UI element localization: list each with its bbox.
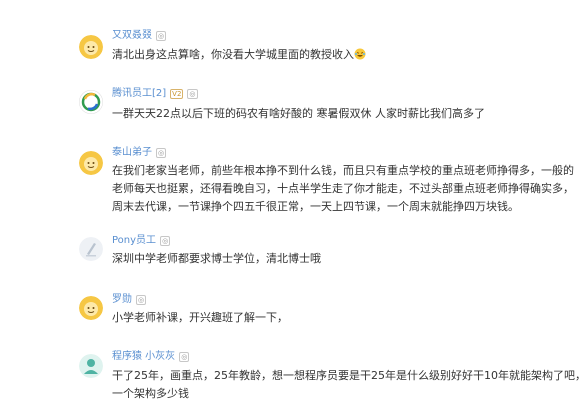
comment-text: 干了25年，画重点，25年教龄，想一想程序员要是干25年是什么级别好好干10年就… — [112, 367, 579, 403]
level-badge: ◎ — [179, 352, 190, 362]
username[interactable]: 泰山弟子 — [112, 146, 152, 160]
username[interactable]: 又双叒叕 — [112, 29, 152, 43]
gray-default-avatar[interactable] — [79, 237, 103, 261]
comment-text: 小学老师补课，开兴趣班了解一下， — [112, 309, 288, 327]
comment-text: 深圳中学老师都要求博士学位，清北博士哦 — [112, 250, 321, 268]
teal-person-avatar[interactable] — [79, 354, 103, 378]
laughing-tears-emoji — [354, 48, 366, 66]
comment-text: 清北出身这点算啥，你没看大学城里面的教授收入 — [112, 46, 366, 66]
level-badge: ◎ — [136, 295, 147, 305]
comment-line: 一群天天22点以后下班的码农有啥好酸的 寒暑假双休 人家时薪比我们高多了 — [112, 107, 485, 120]
comment-line: 在我们老家当老师，前些年根本挣不到什么钱，而且只有重点学校的重点班老师挣得多，一… — [112, 164, 574, 177]
comment-line: 干了25年，画重点，25年教龄，想一想程序员要是干25年是什么级别好好干10年就… — [112, 369, 579, 382]
username[interactable]: 程序猿 小灰灰 — [112, 350, 175, 364]
comment-text: 一群天天22点以后下班的码农有啥好酸的 寒暑假双休 人家时薪比我们高多了 — [112, 105, 485, 123]
username[interactable]: Pony员工 — [112, 234, 156, 248]
yellow-face-avatar[interactable] — [79, 35, 103, 59]
vip-badge: V2 — [170, 89, 184, 99]
comment-line: 老师每天也挺累，还得看晚自习，十点半学生走了你才能走，不过头部重点班老师挣得确实… — [112, 182, 574, 195]
yellow-face-avatar[interactable] — [79, 296, 103, 320]
level-badge: ◎ — [187, 89, 198, 99]
level-badge: ◎ — [156, 31, 167, 41]
green-circle-avatar[interactable] — [79, 90, 103, 114]
username[interactable]: 罗勋 — [112, 293, 132, 307]
yellow-face-avatar[interactable] — [79, 151, 103, 175]
username[interactable]: 腾讯员工[2] — [112, 87, 166, 101]
comment-line: 一个架构多少钱 — [112, 387, 189, 400]
comment-line: 深圳中学老师都要求博士学位，清北博士哦 — [112, 252, 321, 265]
comment-line: 小学老师补课，开兴趣班了解一下， — [112, 311, 288, 324]
comment-line: 周末去代课，一节课挣个四五千很正常，一天上四节课，一个周末就能挣四万块钱。 — [112, 200, 519, 213]
level-badge: ◎ — [160, 236, 171, 246]
level-badge: ◎ — [156, 148, 167, 158]
comment-text: 在我们老家当老师，前些年根本挣不到什么钱，而且只有重点学校的重点班老师挣得多，一… — [112, 162, 574, 216]
comment-line: 清北出身这点算啥，你没看大学城里面的教授收入 — [112, 48, 354, 61]
